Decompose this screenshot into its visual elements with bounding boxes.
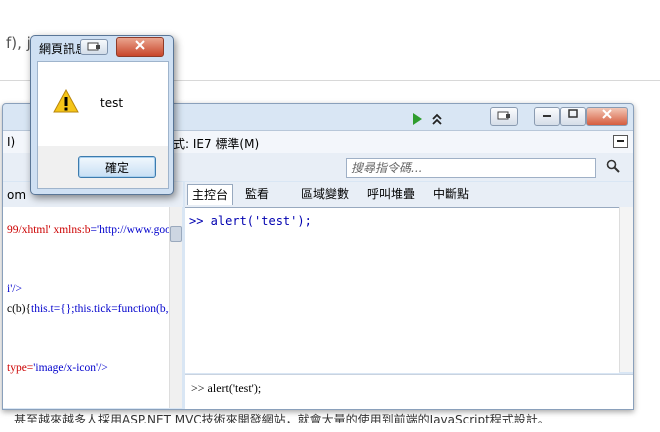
console-output[interactable]: >> alert('test'); [185, 207, 619, 373]
ok-button[interactable]: 確定 [78, 156, 156, 178]
close-icon [602, 109, 612, 119]
tab-callstack[interactable]: 呼叫堆疊 [363, 184, 419, 204]
collapse-icon [617, 140, 624, 142]
alert-close-button[interactable] [116, 37, 164, 57]
close-button[interactable] [586, 107, 628, 126]
tab-locals[interactable]: 區域變數 [297, 184, 353, 204]
tab-breakpoints[interactable]: 中斷點 [429, 184, 473, 204]
console-input[interactable]: >> alert('test'); [191, 381, 261, 396]
code-line: c(b){this.t={};this.tick=function(b,i,c [7, 303, 170, 315]
document-mode-menu[interactable]: 式: IE7 標準(M) [173, 135, 259, 152]
console-scrollbar[interactable] [619, 207, 633, 372]
expand-console-icon[interactable] [431, 112, 443, 126]
code-line: 99/xhtml' xmlns:b='http://www.goog [7, 224, 170, 236]
collapse-menu-button[interactable] [613, 135, 628, 148]
minimize-button[interactable] [534, 107, 560, 126]
code-text: c(b){ [7, 303, 32, 315]
pin-window-button[interactable] [490, 107, 518, 126]
code-text: 99/xhtml' [7, 224, 54, 236]
script-search-input[interactable] [351, 160, 571, 175]
alert-pin-button[interactable] [80, 39, 108, 55]
code-attribute: type= [7, 362, 34, 374]
warning-icon [53, 89, 79, 113]
script-pane-scroll-thumb[interactable] [170, 226, 182, 242]
tab-console[interactable]: 主控台 [187, 184, 233, 205]
console-input-area[interactable]: >> alert('test'); [185, 374, 633, 409]
menu-item-partial[interactable]: I) [7, 135, 15, 149]
minimize-icon [543, 115, 551, 117]
tab-watch[interactable]: 監看 [241, 184, 273, 204]
search-icon[interactable] [606, 159, 620, 173]
code-value: 'image/x-icon'/> [33, 362, 108, 374]
code-value: this.t={};this.tick=function(b,i,c [31, 303, 170, 315]
alert-dialog: 網頁訊息 test 確定 [30, 35, 174, 195]
code-text: i'/> [7, 283, 22, 295]
pin-icon [87, 42, 100, 51]
restore-icon [567, 109, 578, 118]
pin-icon [497, 111, 510, 120]
alert-message: test [100, 96, 124, 110]
code-line: type='image/x-icon'/> [7, 362, 108, 374]
code-value: ='http://www.goog [90, 224, 170, 236]
console-output-line: >> alert('test'); [189, 214, 312, 228]
run-script-icon[interactable] [411, 112, 423, 126]
console-tab-strip: 主控台 監看 區域變數 呼叫堆疊 中斷點 [185, 182, 633, 207]
script-search-box[interactable] [346, 158, 596, 178]
background-page-text: f), j [6, 34, 31, 52]
maximize-button[interactable] [560, 107, 586, 126]
background-page-paragraph: 甚至越來越多人採用ASP.NET MVC技術來開發網站，就會大量的使用到前端的J… [14, 413, 550, 423]
left-pane-tab[interactable]: om [7, 188, 26, 202]
script-source-pane[interactable]: 99/xhtml' xmlns:b='http://www.goog i'/> … [3, 207, 170, 408]
code-attribute: xmlns:b [53, 224, 91, 236]
close-icon [135, 40, 145, 50]
code-line: i'/> [7, 283, 22, 295]
